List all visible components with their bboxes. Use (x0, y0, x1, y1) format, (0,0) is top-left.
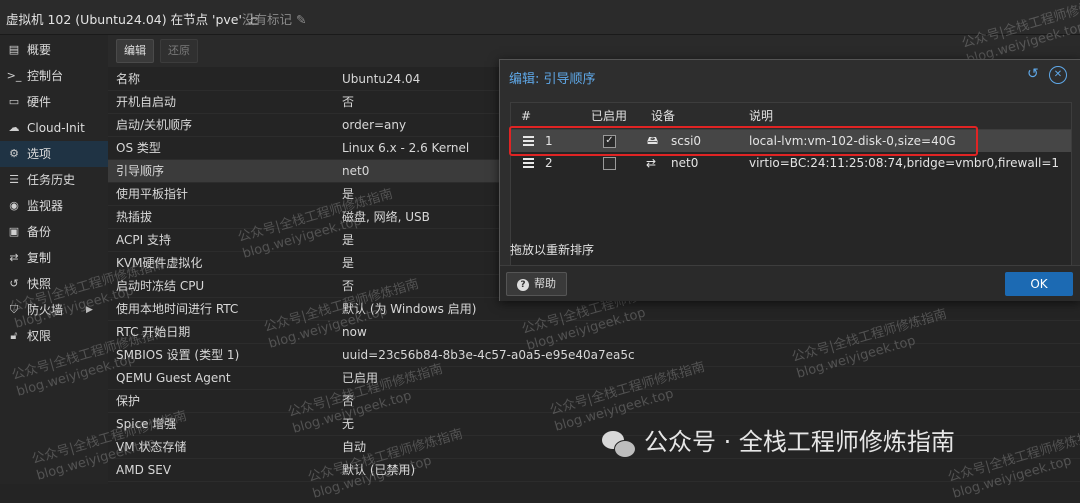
sidebar-item-firewall[interactable]: ⛉ 防火墙 ▶ (0, 297, 108, 323)
revert-button[interactable]: 还原 (160, 39, 198, 63)
option-row-rtc-start[interactable]: RTC 开始日期 now (108, 321, 1080, 344)
boot-order-dialog: 编辑: 引导顺序 ↺ ✕ # 已启用 设备 说明 1 ✓ 🖴︎ scsi0 lo… (499, 59, 1080, 301)
floppy-icon: ▣ (8, 225, 20, 238)
no-tags-label: 没有标记 (242, 12, 293, 27)
wechat-icon (600, 428, 636, 458)
option-row-guest-agent[interactable]: QEMU Guest Agent 已启用 (108, 367, 1080, 390)
sidebar-item-options[interactable]: ⚙ 选项 (0, 141, 108, 167)
shield-icon: ⛉ (9, 303, 19, 316)
sidebar: ▤ 概要 >_ 控制台 ▭ 硬件 ☁ Cloud-Init ⚙ 选项 ☰ 任务历史 ◉ 监视器… (0, 35, 108, 484)
pencil-icon[interactable]: ✎ (296, 12, 306, 27)
edit-button[interactable]: 编辑 (116, 39, 154, 63)
monitor-icon: ▭ (8, 95, 20, 108)
sidebar-item-summary[interactable]: ▤ 概要 (0, 37, 108, 63)
dialog-header: 编辑: 引导顺序 ↺ ✕ (500, 60, 1080, 92)
tags-edit[interactable]: 没有标记 ✎ (242, 9, 306, 28)
option-row-protection[interactable]: 保护否 (108, 390, 1080, 413)
sidebar-item-console[interactable]: >_ 控制台 (0, 63, 108, 89)
reset-icon[interactable]: ↺ (1027, 66, 1039, 82)
drag-hint: 拖放以重新排序 (510, 243, 595, 257)
close-icon[interactable]: ✕ (1049, 66, 1067, 84)
sidebar-item-permissions[interactable]: 🔓︎ 权限 (0, 323, 108, 349)
highlight-box (509, 126, 978, 156)
drag-handle-icon[interactable] (523, 158, 534, 168)
sidebar-item-monitor[interactable]: ◉ 监视器 (0, 193, 108, 219)
sidebar-item-backup[interactable]: ▣ 备份 (0, 219, 108, 245)
dialog-footer: ? 帮助 OK (500, 265, 1080, 301)
retweet-icon: ⇄ (9, 251, 19, 264)
question-icon: ? (517, 279, 529, 291)
chevron-right-icon[interactable]: ▶ (86, 297, 93, 323)
wechat-account-badge: 公众号 · 全栈工程师修炼指南 (600, 424, 955, 460)
sidebar-item-snapshots[interactable]: ↺ 快照 (0, 271, 108, 297)
help-button[interactable]: ? 帮助 (506, 272, 567, 296)
option-row-smbios[interactable]: SMBIOS 设置 (类型 1) uuid=23c56b84-8b3e-4c57-… (108, 344, 1080, 367)
book-icon: ▤ (8, 43, 20, 56)
enabled-checkbox[interactable] (603, 157, 616, 170)
list-icon: ☰ (9, 173, 19, 186)
page-title: 虚拟机 102 (Ubuntu24.04) 在节点 'pve' 上 (6, 12, 259, 27)
terminal-icon: >_ (6, 69, 22, 82)
option-row-localtime[interactable]: 使用本地时间进行 RTC 默认 (为 Windows 启用) (108, 298, 1080, 321)
title-bar: 虚拟机 102 (Ubuntu24.04) 在节点 'pve' 上 没有标记 ✎ (0, 0, 1080, 35)
cloud-icon: ☁ (8, 121, 20, 134)
eye-icon: ◉ (9, 199, 19, 212)
sidebar-item-task-history[interactable]: ☰ 任务历史 (0, 167, 108, 193)
sidebar-item-cloud-init[interactable]: ☁ Cloud-Init (0, 115, 108, 141)
ok-button[interactable]: OK (1005, 272, 1073, 296)
gear-icon: ⚙ (9, 147, 19, 160)
option-row-amd-sev[interactable]: AMD SEV 默认 (已禁用) (108, 459, 1080, 482)
unlock-icon: 🔓︎ (10, 329, 18, 342)
sidebar-item-hardware[interactable]: ▭ 硬件 (0, 89, 108, 115)
dialog-title: 编辑: 引导顺序 (509, 72, 596, 87)
sidebar-item-replication[interactable]: ⇄ 复制 (0, 245, 108, 271)
history-icon: ↺ (9, 277, 19, 290)
